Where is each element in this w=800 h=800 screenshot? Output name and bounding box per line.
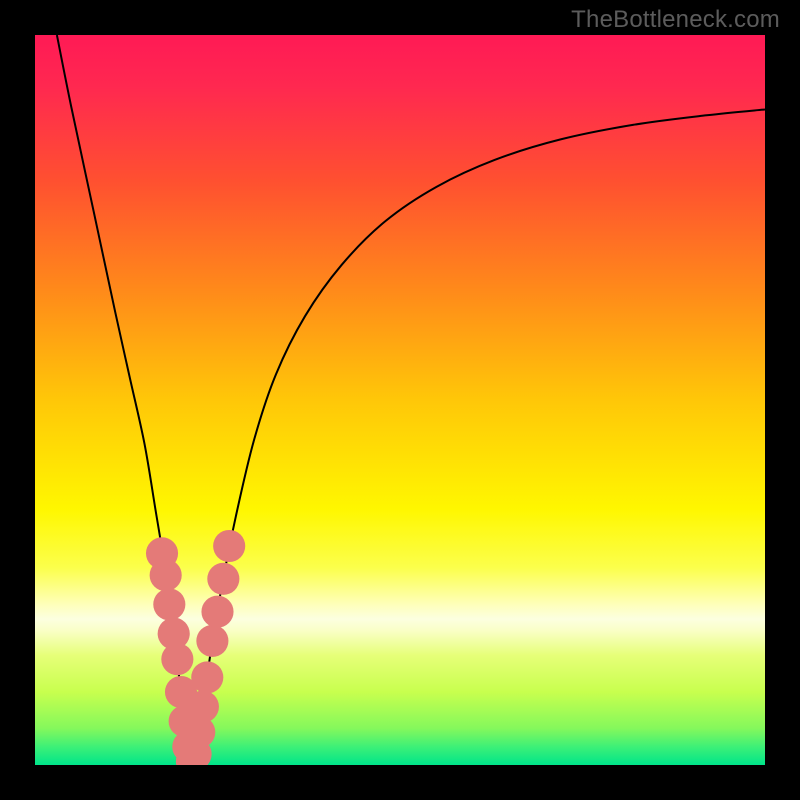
highlight-point: [150, 559, 182, 591]
highlight-point: [196, 625, 228, 657]
highlight-markers: [146, 530, 245, 765]
highlight-point: [213, 530, 245, 562]
highlight-point: [187, 691, 219, 723]
highlight-point: [201, 596, 233, 628]
watermark-text: TheBottleneck.com: [571, 6, 780, 34]
highlight-point: [207, 563, 239, 595]
highlight-point: [191, 661, 223, 693]
highlight-point: [153, 588, 185, 620]
chart-frame: TheBottleneck.com: [0, 0, 800, 800]
curve-layer: [35, 35, 765, 765]
highlight-point: [161, 643, 193, 675]
plot-area: [35, 35, 765, 765]
